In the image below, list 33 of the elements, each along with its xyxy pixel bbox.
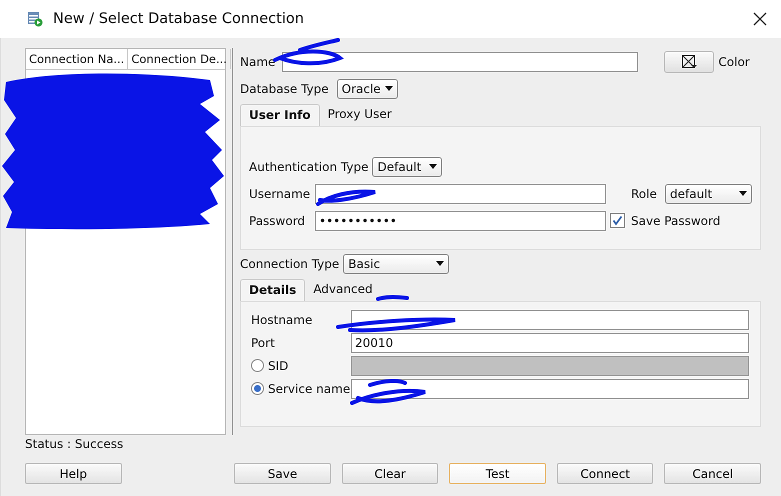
port-field[interactable]: 20010 [351,332,749,352]
dialog-button[interactable]: Test [449,463,546,484]
database-type-dropdown[interactable]: Oracle [336,78,398,98]
dialog-button[interactable]: Cancel [664,463,762,484]
field-label: Password [249,214,306,228]
dialog-button[interactable]: Connect [556,463,654,484]
dialog-button[interactable]: Clear [342,463,438,484]
tab[interactable]: Proxy User [320,104,400,126]
field-label: Role [631,186,658,200]
tab[interactable]: Details [240,279,306,301]
radio-label: SID [268,358,288,372]
field-label: Connection Type [240,256,340,270]
connection-type-dropdown[interactable]: Basic [343,254,450,274]
field-label: Name [240,54,276,68]
tab[interactable]: User Info [240,104,320,126]
dialog-button[interactable]: Save [234,463,331,484]
field-label: Authentication Type [249,160,368,174]
tab[interactable]: Advanced [305,279,381,301]
field-label: Username [249,186,311,200]
authentication-type-dropdown[interactable]: Default [372,156,442,176]
field-label: Port [251,336,276,350]
column-header[interactable]: Connection De... [128,49,231,69]
field-label: Database Type [240,82,329,96]
status-text: Status : Success [25,436,124,453]
column-header[interactable]: Connection Na... [26,49,128,69]
checkbox-label: Save Password [631,214,720,228]
field-label: Hostname [251,312,314,326]
dialog-button[interactable]: Help [25,463,122,484]
role-dropdown[interactable]: default [665,184,752,204]
color-label: Color [718,54,750,68]
radio-label: Service name [268,382,350,396]
window-title: New / Select Database Connection [53,11,305,27]
password-field[interactable]: ••••••••••• [315,210,606,230]
